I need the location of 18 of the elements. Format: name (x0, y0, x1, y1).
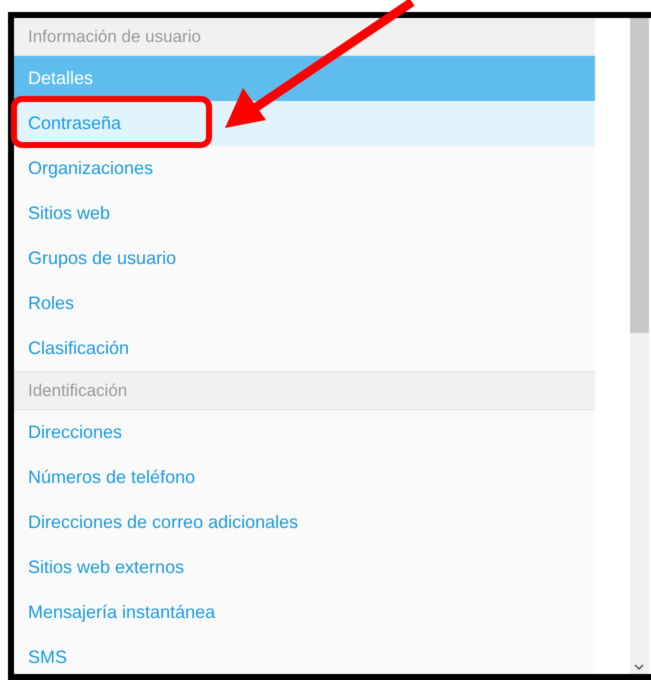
menu-item[interactable]: Mensajería instantánea (14, 590, 595, 635)
menu-item[interactable]: Roles (14, 281, 595, 326)
menu-item[interactable]: Sitios web (14, 191, 595, 236)
menu-item[interactable]: Detalles (14, 56, 595, 101)
menu-item[interactable]: SMS (14, 635, 595, 674)
section-header: Información de usuario (14, 18, 595, 56)
menu-item[interactable]: Contraseña (14, 101, 595, 146)
chevron-down-icon[interactable] (634, 664, 644, 671)
menu-item[interactable]: Direcciones (14, 410, 595, 455)
menu-item[interactable]: Direcciones de correo adicionales (14, 500, 595, 545)
menu-item[interactable]: Números de teléfono (14, 455, 595, 500)
menu-item[interactable]: Clasificación (14, 326, 595, 371)
menu-item[interactable]: Sitios web externos (14, 545, 595, 590)
scrollbar-thumb[interactable] (630, 18, 649, 333)
menu-item[interactable]: Organizaciones (14, 146, 595, 191)
section-header: Identificación (14, 371, 595, 410)
menu-item[interactable]: Grupos de usuario (14, 236, 595, 281)
scrollbar[interactable] (630, 18, 649, 674)
